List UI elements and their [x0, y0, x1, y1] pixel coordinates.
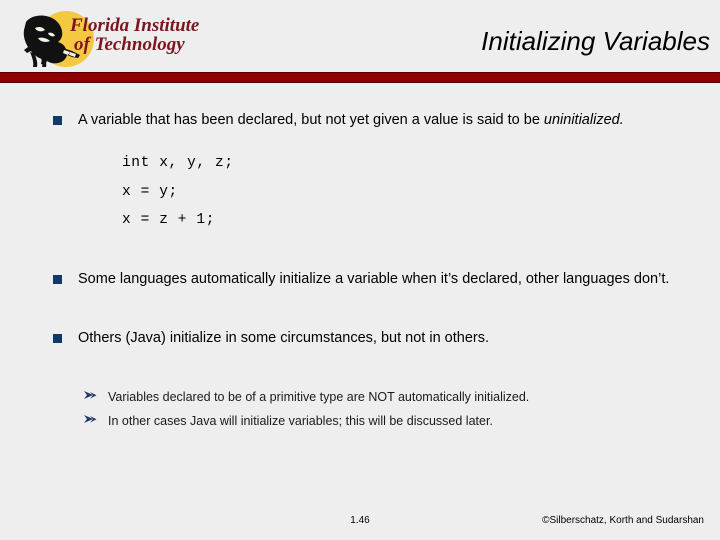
- square-bullet-icon: [53, 334, 62, 344]
- code-block: int x, y, z; x = y; x = z + 1;: [0, 149, 720, 235]
- copyright-credit: ©Silberschatz, Korth and Sudarshan: [542, 515, 704, 526]
- code-line: int x, y, z;: [122, 155, 234, 172]
- bullet-item: A variable that has been declared, but n…: [0, 110, 720, 131]
- sub-bullet-text: In other cases Java will initialize vari…: [108, 413, 493, 428]
- slide-body: A variable that has been declared, but n…: [0, 110, 720, 431]
- logo-line-1: Florida Institute: [70, 15, 200, 36]
- logo-line-2: of Technology: [74, 34, 185, 56]
- slide-header: Florida Institute of Technology Initiali…: [0, 0, 720, 83]
- dart-bullet-icon: [84, 414, 98, 428]
- header-divider-rule: [0, 72, 720, 83]
- florida-tech-logo: Florida Institute of Technology: [14, 8, 204, 68]
- sub-bullet-item: In other cases Java will initialize vari…: [0, 412, 720, 431]
- bullet-text: A variable that has been declared, but n…: [78, 112, 544, 128]
- page-title: Initializing Variables: [481, 26, 710, 56]
- bullet-text: Others (Java) initialize in some circums…: [78, 330, 489, 347]
- square-bullet-icon: [53, 275, 62, 285]
- logo-wordmark: Florida Institute of Technology: [70, 16, 199, 55]
- sub-bullet-item: Variables declared to be of a primitive …: [0, 388, 720, 407]
- slide-footer: 1.46 ©Silberschatz, Korth and Sudarshan: [0, 515, 720, 531]
- bullet-item: Some languages automatically initialize …: [0, 269, 720, 290]
- bullet-text: Some languages automatically initialize …: [78, 271, 670, 288]
- dart-bullet-icon: [84, 390, 98, 404]
- code-line: x = z + 1;: [122, 212, 216, 229]
- code-line: x = y;: [122, 183, 178, 200]
- bullet-item: Others (Java) initialize in some circums…: [0, 328, 720, 349]
- slide: Florida Institute of Technology Initiali…: [0, 0, 720, 540]
- sub-bullet-text: Variables declared to be of a primitive …: [108, 390, 530, 405]
- bullet-text-emphasis: uninitialized.: [543, 112, 624, 128]
- square-bullet-icon: [53, 116, 62, 125]
